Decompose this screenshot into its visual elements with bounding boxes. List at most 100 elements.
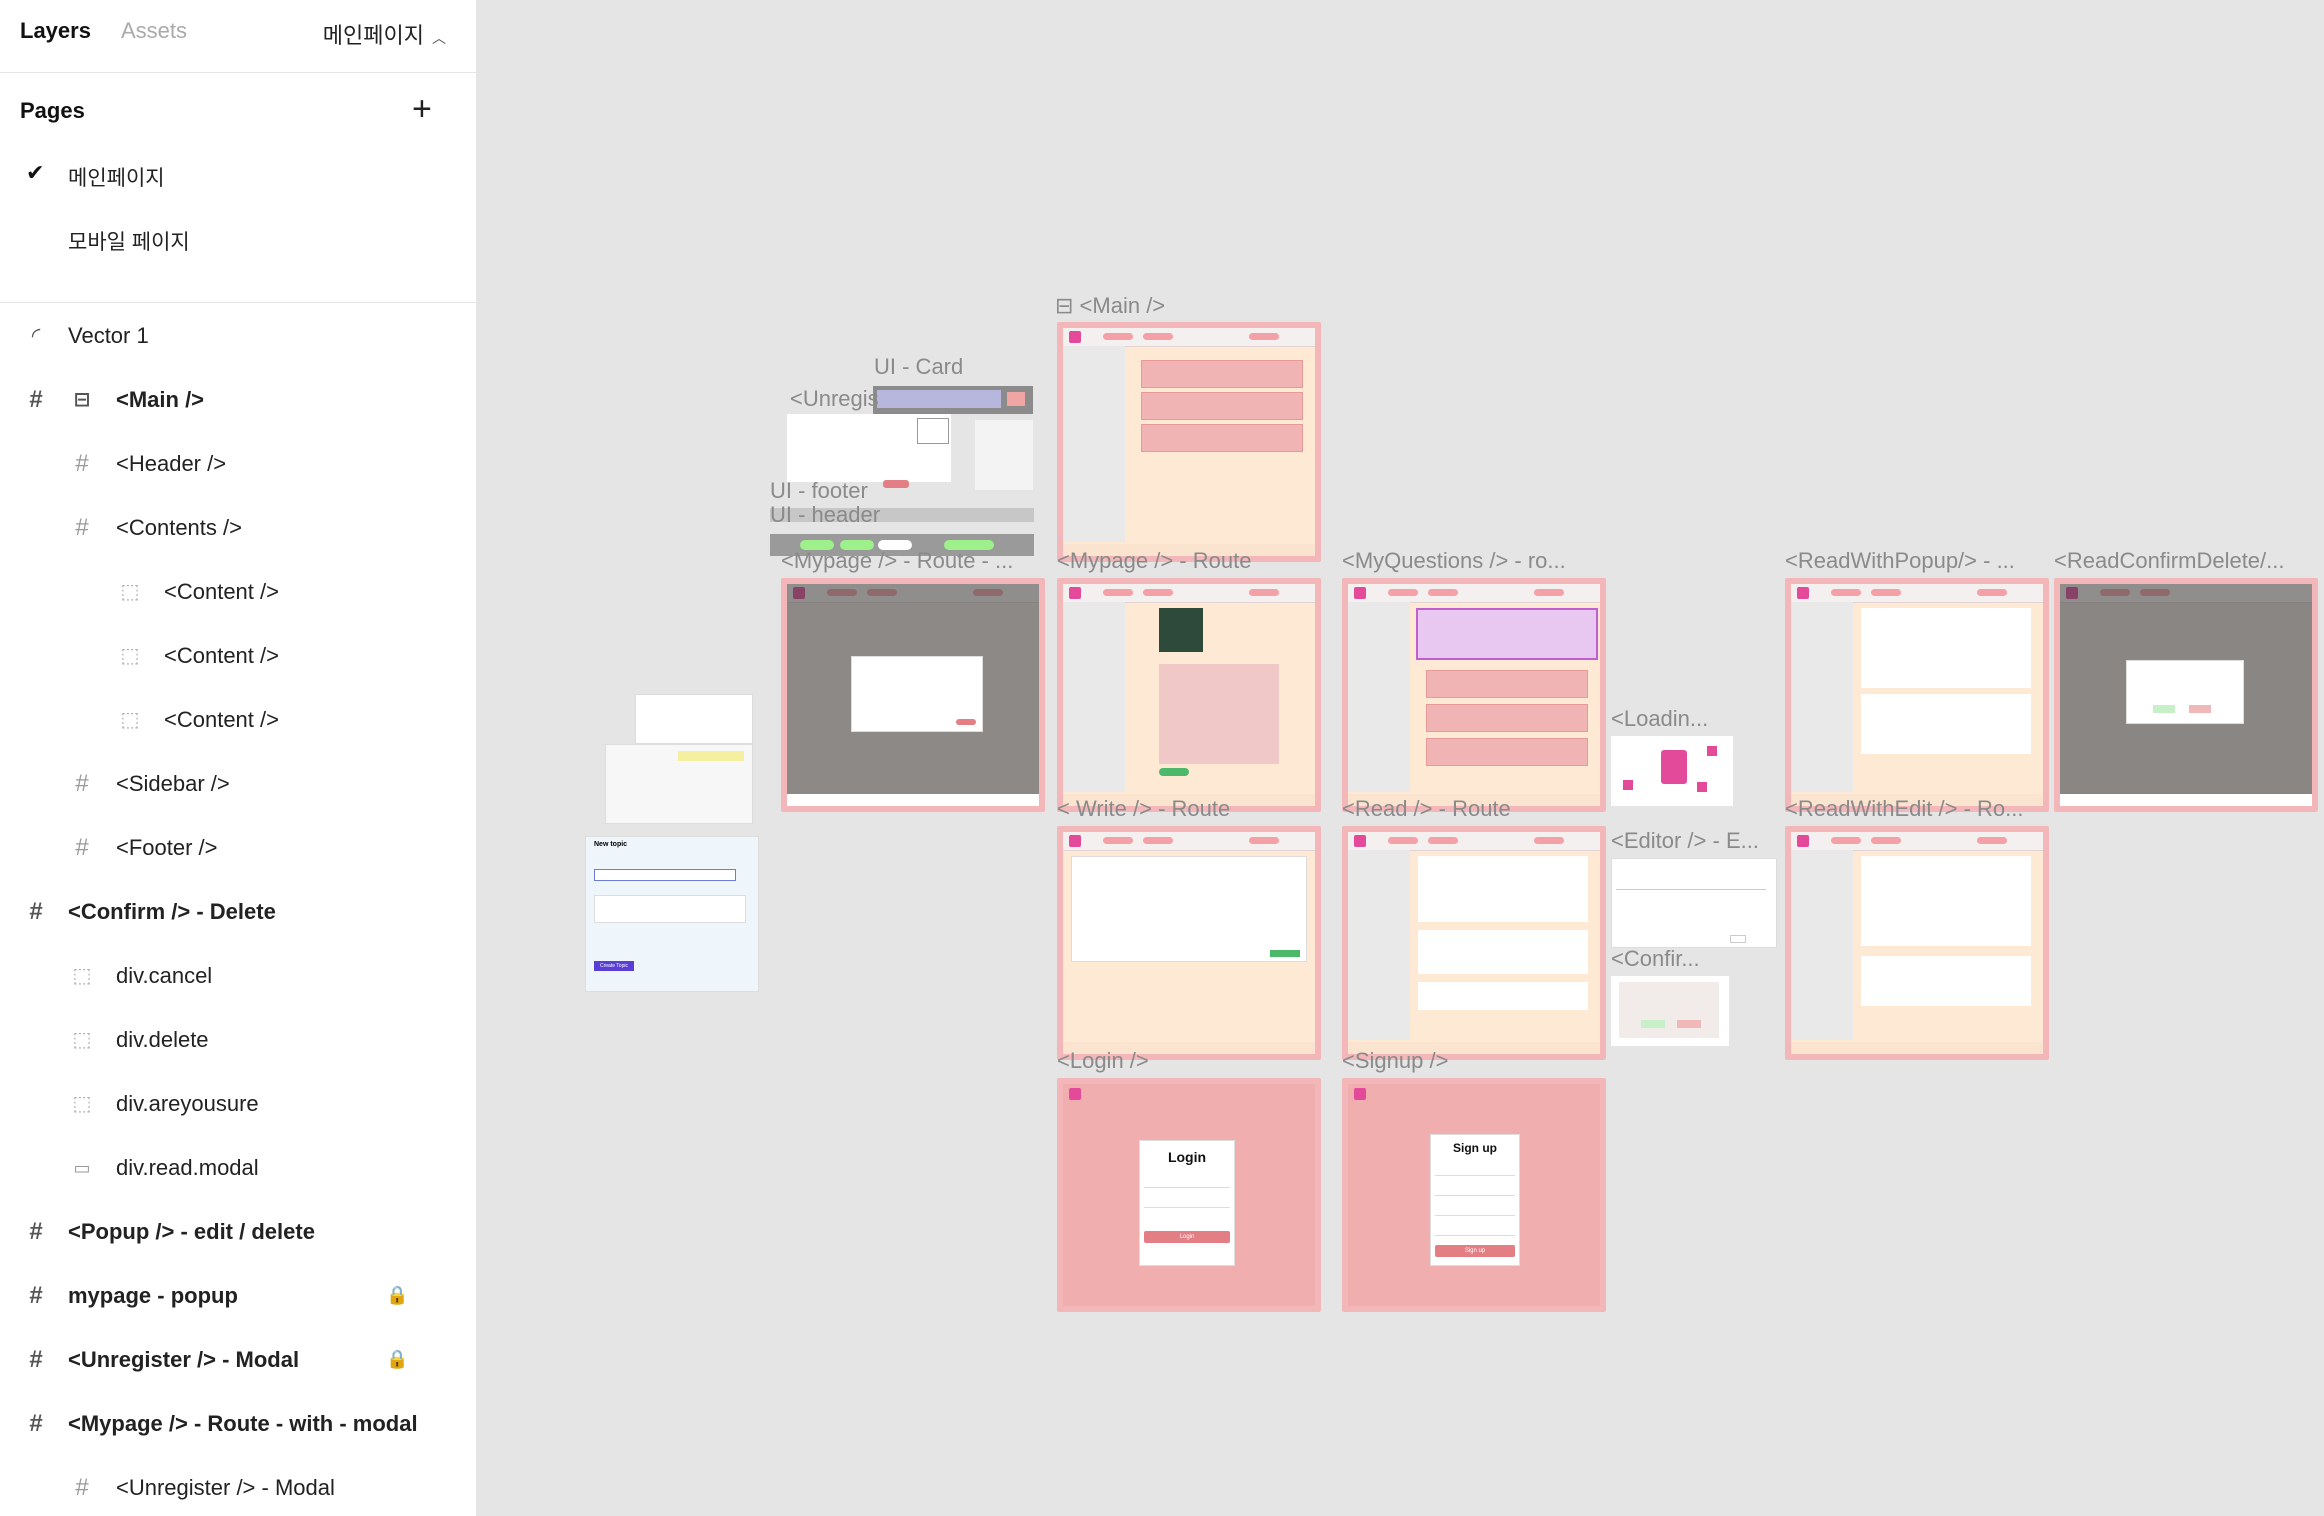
check-icon: ✔ — [26, 160, 45, 185]
frame-label-main[interactable]: ⊟ <Main /> — [1055, 293, 1165, 319]
frame-icon: # — [75, 514, 89, 541]
readwithedit-frame[interactable] — [1785, 826, 2049, 1060]
mypage-frame[interactable] — [1057, 578, 1321, 812]
frame-label-loading[interactable]: <Loadin... — [1611, 706, 1708, 732]
frame-label-confirm[interactable]: <Confir... — [1611, 946, 1700, 972]
frame-icon: # — [29, 1410, 43, 1437]
editor-frame[interactable] — [1611, 858, 1777, 948]
layer-header[interactable]: # <Header /> — [75, 444, 227, 484]
layer-sidebar[interactable]: # <Sidebar /> — [75, 764, 230, 804]
frame-label-readconfirmdelete[interactable]: <ReadConfirmDelete/... — [2054, 548, 2285, 574]
panel-tabs: Layers Assets 메인페이지 ︿ — [0, 0, 476, 73]
signup-title: Sign up — [1453, 1141, 1497, 1155]
layer-label: div.areyousure — [116, 1091, 259, 1116]
pages-title: Pages — [20, 98, 85, 123]
frame-label-readwithedit[interactable]: <ReadWithEdit /> - Ro... — [1785, 796, 2023, 822]
read-frame[interactable] — [1342, 826, 1606, 1060]
signup-frame[interactable]: Sign up Sign up — [1342, 1078, 1606, 1312]
layer-label: div.cancel — [116, 963, 213, 988]
layer-label: <Sidebar /> — [116, 771, 230, 796]
tab-assets[interactable]: Assets — [121, 18, 187, 44]
layer-label: <Main /> — [116, 387, 205, 412]
sidebar-preview[interactable] — [975, 420, 1033, 490]
lock-icon[interactable]: 🔒 — [386, 1349, 408, 1370]
login-frame[interactable]: Login Login — [1057, 1078, 1321, 1312]
frame-icon: # — [29, 1218, 43, 1245]
lock-icon[interactable]: 🔒 — [386, 1285, 408, 1306]
frame-label-login[interactable]: <Login /> — [1057, 1048, 1149, 1074]
chevron-up-icon: ︿ — [432, 30, 446, 46]
layer-label: mypage - popup — [68, 1283, 238, 1308]
layer-label: <Header /> — [116, 451, 227, 476]
layer-mypage-with-modal[interactable]: # <Mypage /> - Route - with - modal — [29, 1404, 418, 1444]
layer-mypage-popup[interactable]: # mypage - popup — [29, 1276, 238, 1316]
confirm-frame[interactable] — [1611, 976, 1729, 1046]
frame-icon: # — [29, 1346, 43, 1373]
layer-content-1[interactable]: ⬚ <Content /> — [121, 572, 279, 612]
frame-label-signup[interactable]: <Signup /> — [1342, 1048, 1448, 1074]
frame-label-myquestions[interactable]: <MyQuestions /> - ro... — [1342, 548, 1566, 574]
dashed-frame-icon: ⬚ — [72, 965, 92, 987]
dashed-frame-icon: ⬚ — [72, 1029, 92, 1051]
layer-unregister-modal[interactable]: # <Unregister /> - Modal — [29, 1340, 300, 1380]
layer-content-3[interactable]: ⬚ <Content /> — [121, 700, 279, 740]
frame-icon: # — [75, 1474, 89, 1501]
layer-div-areyousure[interactable]: ⬚ div.areyousure — [73, 1084, 259, 1124]
layer-label: Vector 1 — [68, 323, 149, 348]
layer-footer[interactable]: # <Footer /> — [75, 828, 217, 868]
design-canvas[interactable]: New topic Create Topic UI - Card <Unregi… — [477, 0, 2324, 1516]
editor-preview[interactable] — [605, 744, 753, 824]
layer-unregister-modal-child[interactable]: # <Unregister /> - Modal — [75, 1468, 335, 1508]
new-topic-modal[interactable]: New topic Create Topic — [585, 836, 759, 992]
create-topic-button[interactable]: Create Topic — [594, 961, 634, 971]
vector-icon: ◜ — [31, 323, 41, 348]
layer-label: <Mypage /> - Route - with - modal — [68, 1411, 418, 1436]
component-icon: ⊟ — [1055, 293, 1080, 318]
frame-label-ui-footer[interactable]: UI - footer — [770, 478, 868, 504]
tab-layers[interactable]: Layers — [20, 18, 91, 44]
divider — [0, 302, 476, 303]
layer-label: <Unregister /> - Modal — [68, 1347, 300, 1372]
dashed-frame-icon: ⬚ — [120, 645, 140, 667]
layer-main[interactable]: # ⊟ <Main /> — [29, 380, 205, 420]
frame-label-ui-header[interactable]: UI - header — [770, 502, 880, 528]
main-frame[interactable] — [1057, 322, 1321, 562]
readconfirmdelete-frame[interactable] — [2054, 578, 2318, 812]
write-frame[interactable] — [1057, 826, 1321, 1060]
layer-contents[interactable]: # <Contents /> — [75, 508, 242, 548]
frame-icon: # — [29, 898, 43, 925]
mypage-modal-frame[interactable] — [781, 578, 1045, 812]
page-item-main[interactable]: 메인페이지 — [68, 162, 165, 192]
layer-vector-1[interactable]: ◜ Vector 1 — [32, 316, 149, 356]
page-item-mobile[interactable]: 모바일 페이지 — [68, 226, 190, 256]
layer-div-cancel[interactable]: ⬚ div.cancel — [73, 956, 213, 996]
unregister-frame[interactable] — [787, 414, 951, 488]
dashed-frame-icon: ⬚ — [120, 709, 140, 731]
frame-label-ui-card[interactable]: UI - Card — [874, 354, 963, 380]
frame-label-editor[interactable]: <Editor /> - E... — [1611, 828, 1759, 854]
layer-content-2[interactable]: ⬚ <Content /> — [121, 636, 279, 676]
page-selector[interactable]: 메인페이지 ︿ — [323, 18, 446, 50]
myquestions-frame[interactable] — [1342, 578, 1606, 812]
ui-card-frame[interactable] — [873, 386, 1033, 414]
signup-button[interactable]: Sign up — [1435, 1245, 1515, 1257]
login-button[interactable]: Login — [1144, 1231, 1230, 1243]
layer-div-read-modal[interactable]: ▭ div.read.modal — [73, 1148, 259, 1188]
layer-confirm-delete[interactable]: # <Confirm /> - Delete — [29, 892, 276, 932]
frame-label-write[interactable]: < Write /> - Route — [1057, 796, 1230, 822]
layer-label: div.read.modal — [116, 1155, 259, 1180]
layer-label: <Content /> — [164, 643, 279, 668]
editor-thumbnail[interactable] — [635, 694, 753, 744]
layer-div-delete[interactable]: ⬚ div.delete — [73, 1020, 209, 1060]
frame-label-mypage[interactable]: <Mypage /> - Route — [1057, 548, 1251, 574]
frame-label-unregister[interactable]: <Unregis — [790, 386, 879, 412]
frame-label-read[interactable]: <Read /> - Route — [1342, 796, 1511, 822]
loading-frame[interactable] — [1611, 736, 1733, 806]
frame-icon: # — [75, 770, 89, 797]
readwithpopup-frame[interactable] — [1785, 578, 2049, 812]
frame-label-mypage-modal[interactable]: <Mypage /> - Route - ... — [781, 548, 1013, 574]
layer-popup-edit-delete[interactable]: # <Popup /> - edit / delete — [29, 1212, 315, 1252]
add-page-icon[interactable]: + — [412, 92, 432, 126]
layer-label: <Contents /> — [116, 515, 242, 540]
frame-label-readwithpopup[interactable]: <ReadWithPopup/> - ... — [1785, 548, 2015, 574]
